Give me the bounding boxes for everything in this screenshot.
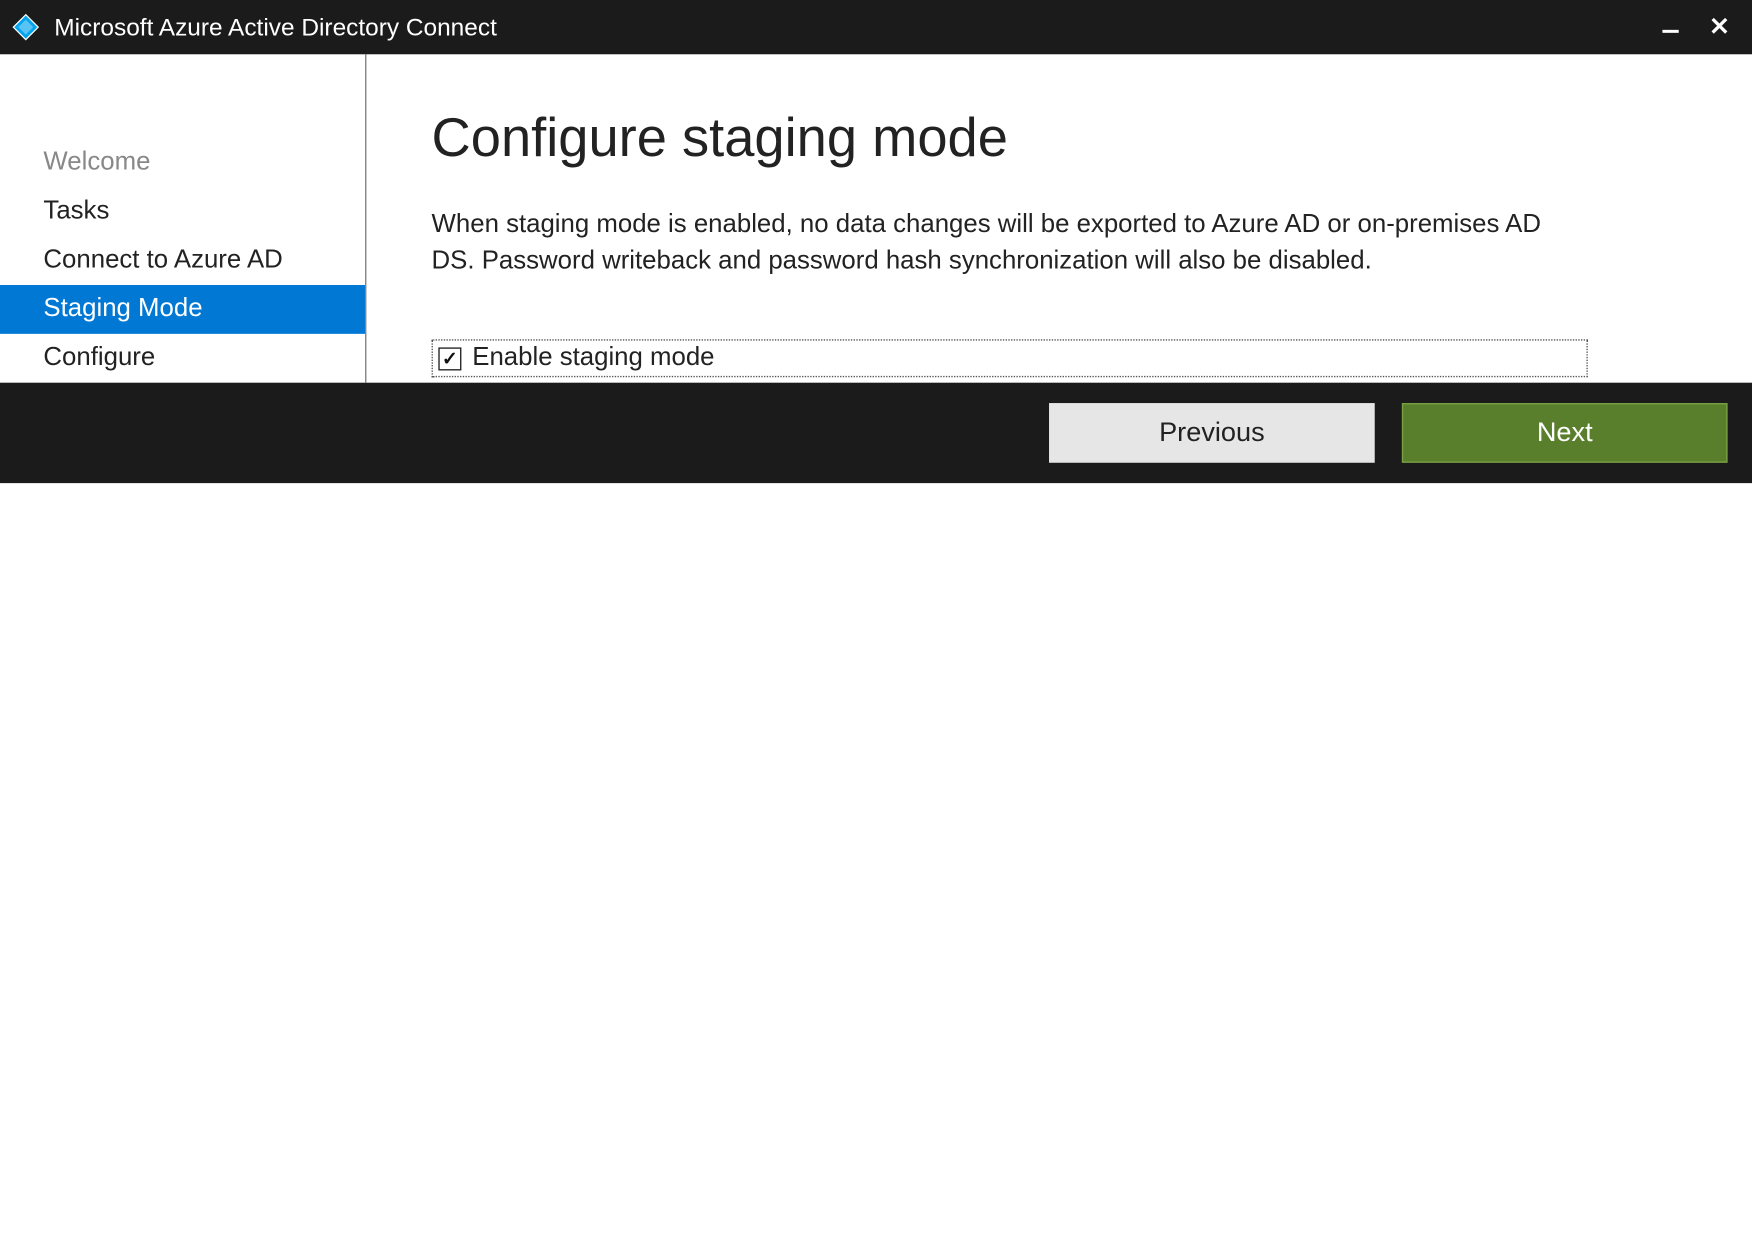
azure-icon bbox=[11, 12, 41, 42]
footer: Previous Next bbox=[0, 383, 1752, 483]
sidebar-item-staging-mode[interactable]: Staging Mode bbox=[0, 285, 365, 334]
main-area: Welcome Tasks Connect to Azure AD Stagin… bbox=[0, 54, 1752, 382]
sidebar-item-label: Staging Mode bbox=[43, 294, 202, 322]
minimize-icon[interactable] bbox=[1657, 15, 1684, 39]
content-pane: Configure staging mode When staging mode… bbox=[366, 54, 1752, 382]
sidebar-item-label: Connect to Azure AD bbox=[43, 246, 282, 274]
checkbox-box-icon: ✓ bbox=[438, 347, 461, 370]
sidebar-item-label: Welcome bbox=[43, 148, 150, 176]
titlebar: Microsoft Azure Active Directory Connect bbox=[0, 0, 1752, 54]
window-title: Microsoft Azure Active Directory Connect bbox=[54, 13, 1657, 41]
enable-staging-mode-checkbox[interactable]: ✓ Enable staging mode bbox=[432, 340, 1588, 378]
previous-button[interactable]: Previous bbox=[1049, 403, 1375, 463]
checkmark-icon: ✓ bbox=[442, 349, 458, 368]
sidebar-item-label: Configure bbox=[43, 343, 155, 371]
checkbox-label: Enable staging mode bbox=[472, 344, 714, 374]
close-icon[interactable] bbox=[1706, 15, 1733, 39]
sidebar-item-configure[interactable]: Configure bbox=[0, 334, 365, 383]
sidebar-item-label: Tasks bbox=[43, 197, 109, 225]
page-description: When staging mode is enabled, no data ch… bbox=[432, 208, 1545, 280]
next-button[interactable]: Next bbox=[1402, 403, 1728, 463]
page-title: Configure staging mode bbox=[432, 109, 1671, 170]
sidebar-item-welcome[interactable]: Welcome bbox=[0, 138, 365, 187]
window-controls bbox=[1657, 15, 1741, 39]
sidebar-item-tasks[interactable]: Tasks bbox=[0, 187, 365, 236]
sidebar: Welcome Tasks Connect to Azure AD Stagin… bbox=[0, 54, 366, 382]
sidebar-item-connect-azure-ad[interactable]: Connect to Azure AD bbox=[0, 236, 365, 285]
